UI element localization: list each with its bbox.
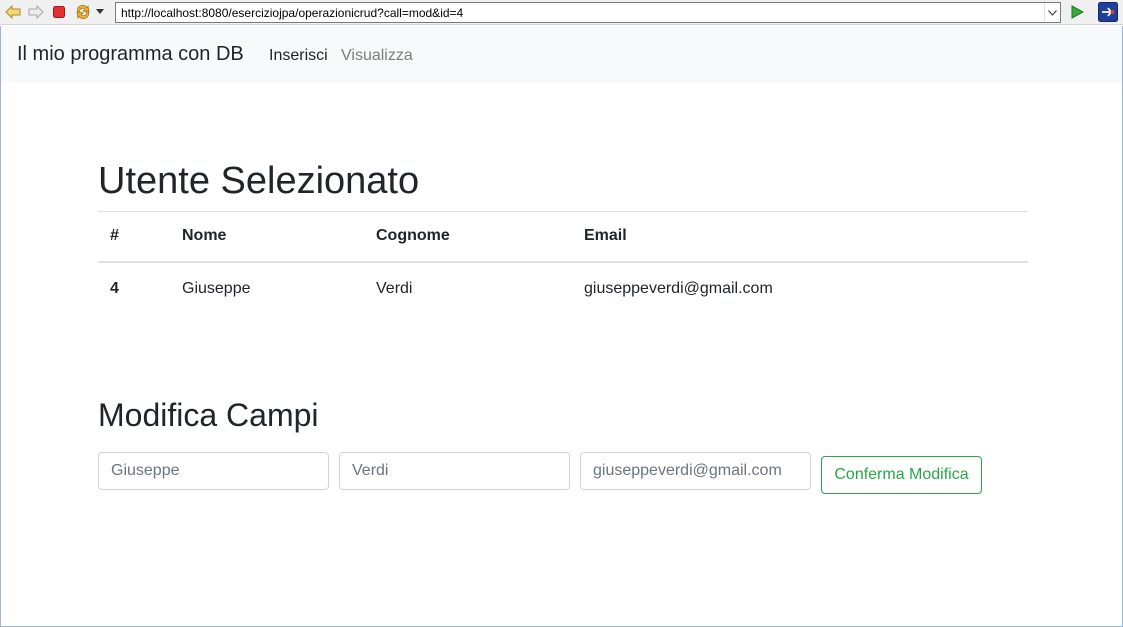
address-bar[interactable]: http://localhost:8080/eserciziojpa/opera… — [115, 2, 1061, 23]
navbar: Il mio programma con DB Inserisci Visual… — [1, 26, 1122, 83]
selected-user-title: Utente Selezionato — [98, 160, 420, 202]
email-input[interactable] — [580, 452, 811, 490]
cell-cognome: Verdi — [376, 279, 413, 297]
table-header-row: # Nome Cognome Email — [98, 211, 1028, 263]
extension-icon[interactable] — [1098, 2, 1118, 22]
table-row: 4 Giuseppe Verdi giuseppeverdi@gmail.com — [98, 262, 1028, 315]
nome-input[interactable] — [98, 452, 329, 490]
browser-toolbar: http://localhost:8080/eserciziojpa/opera… — [0, 0, 1123, 25]
menu-dropdown-icon[interactable] — [94, 3, 106, 21]
address-text[interactable]: http://localhost:8080/eserciziojpa/opera… — [116, 6, 1044, 20]
column-header-nome: Nome — [170, 211, 364, 263]
page-content: Il mio programma con DB Inserisci Visual… — [0, 26, 1123, 627]
forward-icon[interactable] — [27, 3, 45, 21]
cognome-input[interactable] — [339, 452, 570, 490]
refresh-icon[interactable] — [74, 3, 92, 21]
address-dropdown-icon[interactable] — [1044, 3, 1060, 22]
stop-icon[interactable] — [50, 3, 68, 21]
nav-link-visualizza[interactable]: Visualizza — [341, 47, 413, 65]
cell-nome: Giuseppe — [182, 279, 251, 297]
column-header-email: Email — [572, 211, 1028, 263]
navbar-brand[interactable]: Il mio programma con DB — [17, 43, 244, 66]
column-header-id: # — [98, 211, 170, 263]
go-icon[interactable] — [1068, 3, 1086, 21]
selected-user-table: # Nome Cognome Email 4 Giuseppe Verdi gi… — [98, 211, 1028, 315]
cell-id: 4 — [110, 279, 119, 297]
nav-link-inserisci[interactable]: Inserisci — [269, 47, 328, 65]
confirm-edit-button[interactable]: Conferma Modifica — [821, 456, 982, 494]
edit-form-title: Modifica Campi — [98, 397, 319, 433]
cell-email: giuseppeverdi@gmail.com — [584, 279, 773, 297]
back-icon[interactable] — [4, 3, 22, 21]
column-header-cognome: Cognome — [364, 211, 572, 263]
